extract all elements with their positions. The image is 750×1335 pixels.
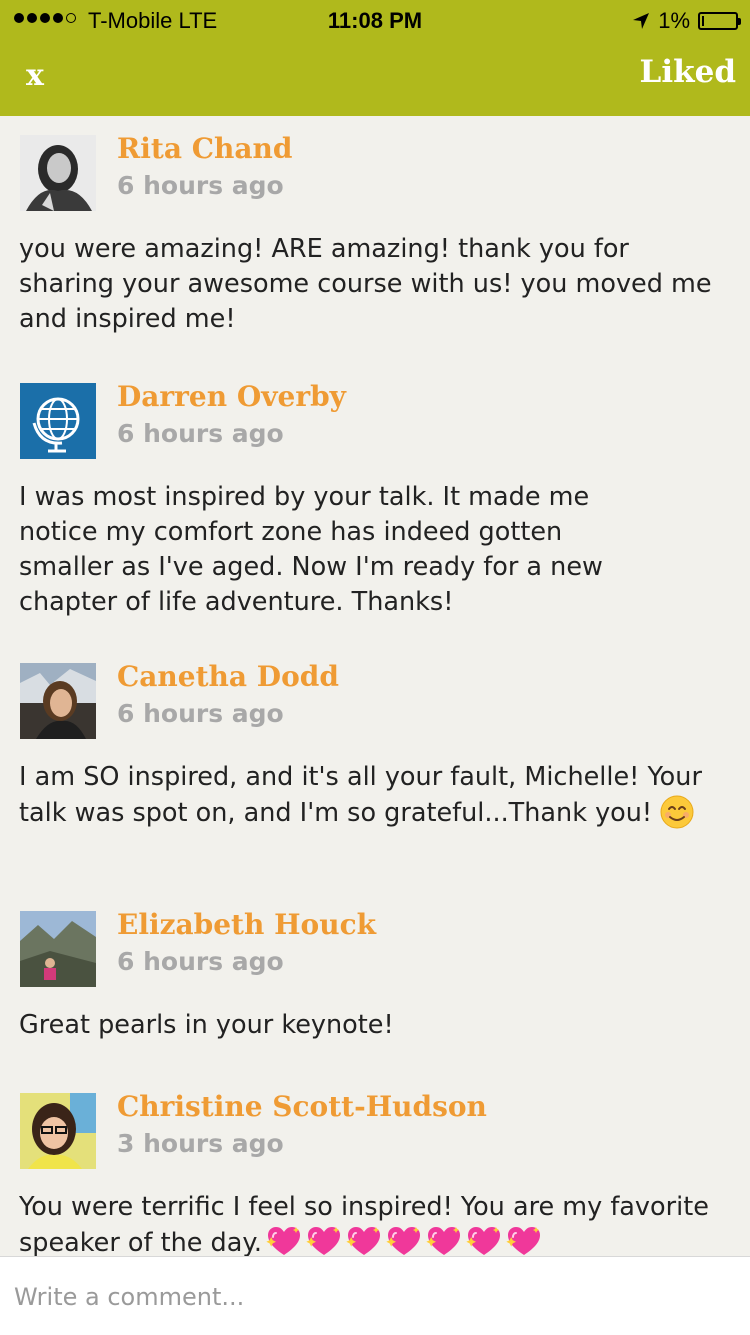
- avatar[interactable]: [20, 135, 96, 211]
- comment-time: 6 hours ago: [117, 699, 284, 728]
- location-arrow-icon: [633, 13, 650, 29]
- battery-icon: [698, 12, 741, 30]
- smiling-face-emoji-icon: [660, 795, 694, 829]
- commenter-name[interactable]: Canetha Dodd: [117, 660, 339, 693]
- sparkling-heart-emoji-icon: [506, 1227, 540, 1255]
- avatar[interactable]: [20, 663, 96, 739]
- battery-percent: 1%: [658, 8, 690, 33]
- commenter-name[interactable]: Elizabeth Houck: [117, 908, 376, 941]
- comment-input[interactable]: [12, 1261, 726, 1333]
- avatar[interactable]: [20, 911, 96, 987]
- comment-feed[interactable]: Rita Chand 6 hours ago you were amazing!…: [0, 116, 750, 1256]
- comment-text-wrap: I am SO inspired, and it's all your faul…: [19, 760, 709, 831]
- sparkling-heart-emoji-row: [262, 1227, 542, 1256]
- comment-time: 6 hours ago: [117, 419, 284, 448]
- close-button[interactable]: x: [26, 58, 44, 93]
- comment-text: Great pearls in your keynote!: [19, 1010, 394, 1040]
- sparkling-heart-emoji-icon: [346, 1227, 380, 1255]
- sparkling-heart-emoji-icon: [266, 1227, 300, 1255]
- avatar[interactable]: [20, 383, 96, 459]
- comment-text: I was most inspired by your talk. It mad…: [19, 482, 603, 617]
- comment-text-wrap: You were terrific I feel so inspired! Yo…: [19, 1190, 709, 1256]
- commenter-name[interactable]: Rita Chand: [117, 132, 292, 165]
- comment-time: 6 hours ago: [117, 171, 284, 200]
- status-bar: T-Mobile LTE 11:08 PM 1%: [0, 0, 750, 40]
- comment-text: you were amazing! ARE amazing! thank you…: [19, 234, 712, 334]
- sparkling-heart-emoji-icon: [466, 1227, 500, 1255]
- comment-time: 3 hours ago: [117, 1129, 284, 1158]
- avatar[interactable]: [20, 1093, 96, 1169]
- commenter-name[interactable]: Christine Scott-Hudson: [117, 1090, 487, 1123]
- comment-time: 6 hours ago: [117, 947, 284, 976]
- globe-icon: [20, 383, 96, 459]
- sparkling-heart-emoji-icon: [426, 1227, 460, 1255]
- commenter-name[interactable]: Darren Overby: [117, 380, 346, 413]
- comment-composer: [0, 1256, 750, 1335]
- sparkling-heart-emoji-icon: [386, 1227, 420, 1255]
- sparkling-heart-emoji-icon: [306, 1227, 340, 1255]
- comment-text: I am SO inspired, and it's all your faul…: [19, 762, 702, 828]
- top-bar: T-Mobile LTE 11:08 PM 1% x Liked: [0, 0, 750, 116]
- liked-button[interactable]: Liked: [640, 54, 736, 90]
